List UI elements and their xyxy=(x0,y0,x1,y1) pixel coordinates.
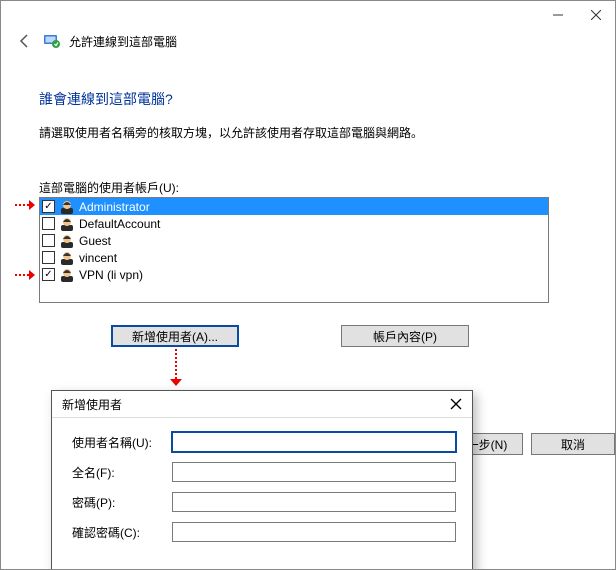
user-name: VPN (li vpn) xyxy=(79,268,548,282)
user-icon xyxy=(59,199,75,215)
close-icon xyxy=(450,398,462,410)
list-label: 這部電腦的使用者帳戶(U): xyxy=(39,179,593,196)
dialog-title: 新增使用者 xyxy=(62,396,122,413)
dialog-close-button[interactable] xyxy=(446,394,466,414)
list-item[interactable]: ✓ Administrator xyxy=(40,198,548,215)
fullname-label: 全名(F): xyxy=(72,464,172,481)
user-checkbox[interactable]: ✓ xyxy=(42,200,55,213)
user-name: DefaultAccount xyxy=(79,217,548,231)
minimize-icon xyxy=(553,10,563,20)
page-question: 誰會連線到這部電腦? xyxy=(39,89,593,109)
callout-arrow-icon xyxy=(15,200,35,210)
add-user-dialog: 新增使用者 使用者名稱(U): 全名(F): 密碼(P): 確認密碼(C): xyxy=(51,390,473,570)
user-icon xyxy=(59,233,75,249)
user-checkbox[interactable]: ✓ xyxy=(42,268,55,281)
fullname-input[interactable] xyxy=(172,462,456,482)
user-checkbox[interactable] xyxy=(42,217,55,230)
confirm-password-label: 確認密碼(C): xyxy=(72,524,172,541)
user-icon xyxy=(59,216,75,232)
window-root: 允許連線到這部電腦 誰會連線到這部電腦? 請選取使用者名稱旁的核取方塊，以允許該… xyxy=(0,0,616,570)
page-instruction: 請選取使用者名稱旁的核取方塊，以允許該使用者存取這部電腦與網路。 xyxy=(39,124,593,141)
arrow-left-icon xyxy=(18,34,32,48)
password-label: 密碼(P): xyxy=(72,494,172,511)
add-user-button[interactable]: 新增使用者(A)... xyxy=(111,325,239,347)
list-item[interactable]: ✓ VPN (li vpn) xyxy=(40,266,548,283)
user-listbox[interactable]: ✓ Administrator DefaultAccount Guest vincent… xyxy=(39,197,549,303)
minimize-button[interactable] xyxy=(539,1,577,29)
username-input[interactable] xyxy=(172,432,456,452)
user-checkbox[interactable] xyxy=(42,234,55,247)
list-item[interactable]: DefaultAccount xyxy=(40,215,548,232)
user-name: Administrator xyxy=(79,200,548,214)
callout-arrow-down-icon xyxy=(171,349,181,387)
cancel-button[interactable]: 取消 xyxy=(531,433,615,455)
remote-desktop-icon xyxy=(43,32,61,50)
close-icon xyxy=(591,10,601,20)
username-label: 使用者名稱(U): xyxy=(72,434,172,451)
user-checkbox[interactable] xyxy=(42,251,55,264)
titlebar-controls xyxy=(539,1,615,29)
header-title: 允許連線到這部電腦 xyxy=(69,33,177,50)
user-icon xyxy=(59,250,75,266)
confirm-password-input[interactable] xyxy=(172,522,456,542)
dialog-footer: 確定 取消 xyxy=(52,560,472,570)
dialog-body: 使用者名稱(U): 全名(F): 密碼(P): 確認密碼(C): xyxy=(52,418,472,560)
user-name: Guest xyxy=(79,234,548,248)
password-input[interactable] xyxy=(172,492,456,512)
back-button[interactable] xyxy=(15,31,35,51)
callout-arrow-icon xyxy=(15,270,35,280)
user-name: vincent xyxy=(79,251,548,265)
list-item[interactable]: Guest xyxy=(40,232,548,249)
user-icon xyxy=(59,267,75,283)
header: 允許連線到這部電腦 xyxy=(15,31,177,51)
account-properties-button[interactable]: 帳戶內容(P) xyxy=(341,325,469,347)
close-button[interactable] xyxy=(577,1,615,29)
list-item[interactable]: vincent xyxy=(40,249,548,266)
